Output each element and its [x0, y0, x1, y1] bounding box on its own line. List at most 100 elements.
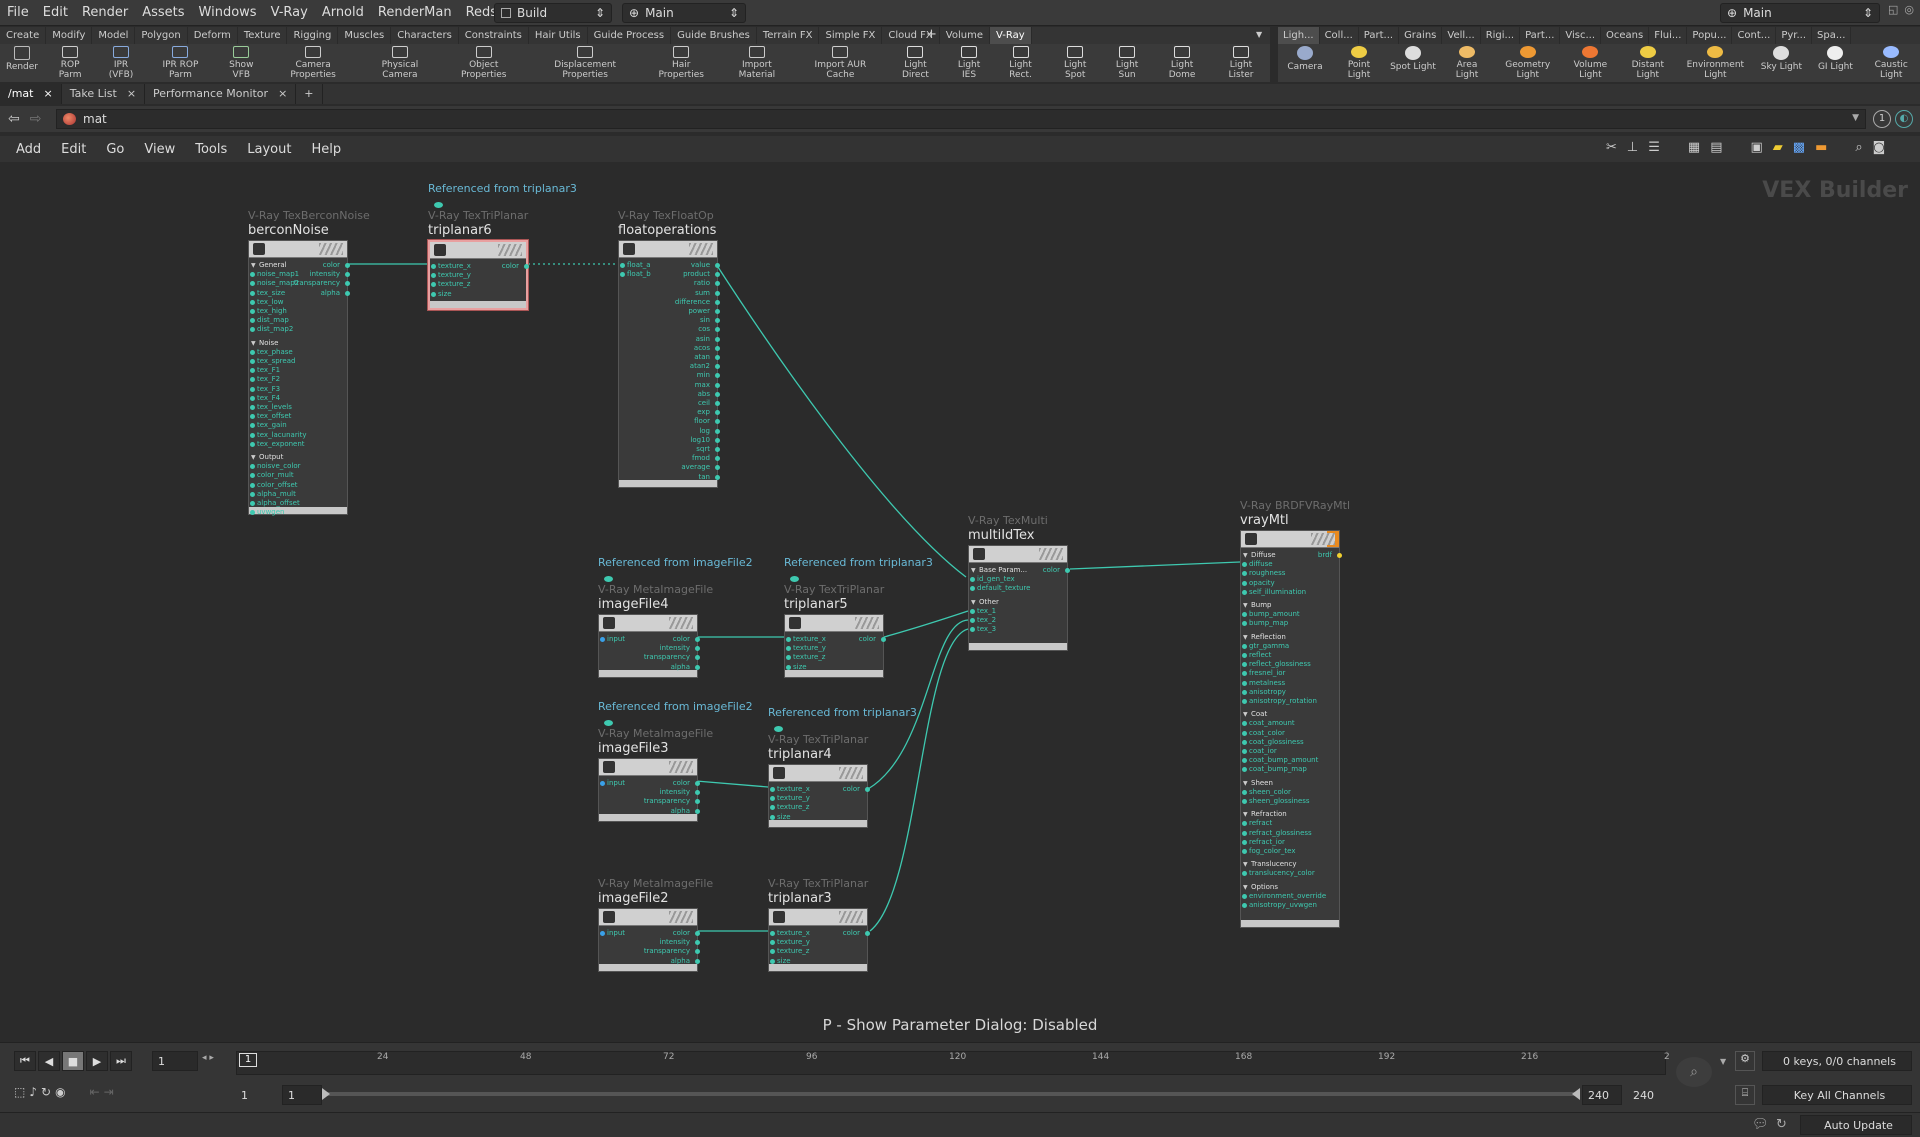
- close-icon[interactable]: ×: [127, 84, 136, 104]
- audio-scrub-icon[interactable]: ⌕: [1676, 1057, 1712, 1087]
- input-port[interactable]: sheen_color: [1242, 788, 1291, 797]
- output-port[interactable]: alpha: [671, 807, 701, 816]
- input-port[interactable]: texture_y: [770, 938, 810, 947]
- shelf-tab[interactable]: Volume: [940, 27, 990, 44]
- network-menu-layout[interactable]: Layout: [237, 142, 301, 157]
- menu-edit[interactable]: Edit: [36, 5, 75, 20]
- shelf-tool[interactable]: IPR ROP Parm: [146, 44, 215, 82]
- play-reverse-icon[interactable]: ◀: [38, 1051, 60, 1071]
- input-port[interactable]: tex_phase: [250, 348, 293, 357]
- shelf-tab[interactable]: Hair Utils: [529, 27, 588, 44]
- auto-update-dropdown[interactable]: Auto Update: [1800, 1115, 1912, 1135]
- add-pane-tab-button[interactable]: +: [296, 84, 323, 104]
- node-flags[interactable]: [669, 761, 693, 773]
- input-port[interactable]: tex_2: [970, 616, 996, 625]
- light-tool[interactable]: Environment Light: [1676, 44, 1754, 82]
- shelf-tab[interactable]: Rigging: [287, 27, 339, 44]
- selection-icon[interactable]: ⬚: [14, 1085, 25, 1099]
- input-port[interactable]: texture_y: [786, 644, 826, 653]
- input-port[interactable]: refract: [1242, 819, 1272, 828]
- node-body[interactable]: colorintensitytransparencyalphaGeneralno…: [248, 240, 351, 517]
- input-port[interactable]: tex_low: [250, 298, 284, 307]
- input-port[interactable]: texture_z: [786, 653, 825, 662]
- shelf-tab[interactable]: Ligh...: [1278, 27, 1320, 44]
- port-section-header[interactable]: Reflection: [1243, 633, 1286, 642]
- shelf-tool[interactable]: Physical Camera: [359, 44, 441, 82]
- context-dropdown[interactable]: ⊕ Main ⇕: [622, 3, 746, 23]
- network-menu-view[interactable]: View: [134, 142, 185, 157]
- shelf-tab[interactable]: Guide Brushes: [671, 27, 757, 44]
- network-menu-edit[interactable]: Edit: [51, 142, 96, 157]
- input-port[interactable]: coat_bump_amount: [1242, 756, 1318, 765]
- output-port[interactable]: alpha: [321, 289, 351, 298]
- shelf-tab[interactable]: Oceans: [1601, 27, 1650, 44]
- light-tool[interactable]: Point Light: [1332, 44, 1386, 82]
- node-body[interactable]: color texture_x texture_y texture_z size: [784, 614, 887, 678]
- shelf-tab[interactable]: Polygon: [135, 27, 188, 44]
- output-port[interactable]: intensity: [660, 788, 701, 797]
- node-flags[interactable]: [689, 243, 713, 255]
- input-port[interactable]: translucency_color: [1242, 869, 1315, 878]
- jump-start-icon[interactable]: ⏮: [14, 1051, 36, 1071]
- shelf-tab[interactable]: Rigi...: [1481, 27, 1521, 44]
- output-port[interactable]: cos: [698, 325, 720, 334]
- shelf-tab[interactable]: Terrain FX: [757, 27, 820, 44]
- port-section-header[interactable]: Other: [971, 598, 999, 607]
- shelf-tab[interactable]: Spa...: [1812, 27, 1852, 44]
- output-port[interactable]: ceil: [698, 399, 721, 408]
- jump-end-icon[interactable]: ⏭: [110, 1051, 132, 1071]
- input-port[interactable]: texture_z: [770, 803, 809, 812]
- keys-channels-field[interactable]: 0 keys, 0/0 channels: [1762, 1051, 1912, 1071]
- shelf-tool[interactable]: Light IES: [945, 44, 992, 82]
- menu-render[interactable]: Render: [75, 5, 135, 20]
- input-port[interactable]: tex_spread: [250, 357, 295, 366]
- input-port[interactable]: uvwgen: [250, 508, 285, 517]
- output-port[interactable]: power: [688, 307, 720, 316]
- output-port[interactable]: atan: [694, 353, 720, 362]
- input-port[interactable]: texture_z: [770, 947, 809, 956]
- port-section-header[interactable]: Output: [251, 453, 283, 462]
- output-port[interactable]: alpha: [671, 957, 701, 966]
- port-section-header[interactable]: Sheen: [1243, 779, 1273, 788]
- input-port[interactable]: anisotropy: [1242, 688, 1286, 697]
- input-port[interactable]: texture_x: [770, 929, 810, 938]
- node-flags[interactable]: [669, 911, 693, 923]
- light-tool[interactable]: Distant Light: [1619, 44, 1676, 82]
- shelf-tab[interactable]: Cont...: [1732, 27, 1777, 44]
- shelf-tab[interactable]: Texture: [238, 27, 288, 44]
- shelf-tab[interactable]: Part...: [1520, 27, 1561, 44]
- input-port[interactable]: refract_ior: [1242, 838, 1285, 847]
- input-port[interactable]: reflect_glossiness: [1242, 660, 1311, 669]
- input-port[interactable]: dist_map: [250, 316, 289, 325]
- node-name-label[interactable]: imageFile4: [598, 597, 669, 612]
- input-port[interactable]: tex_gain: [250, 421, 287, 430]
- output-port[interactable]: fmod: [692, 454, 721, 463]
- shelf-tab[interactable]: Grains: [1399, 27, 1443, 44]
- node-flags[interactable]: [1039, 548, 1063, 560]
- shelf-tab[interactable]: Pyr...: [1776, 27, 1813, 44]
- output-port[interactable]: color: [673, 929, 701, 938]
- input-port[interactable]: bump_map: [1242, 619, 1288, 628]
- light-tool[interactable]: Camera: [1278, 44, 1332, 82]
- shelf-tool[interactable]: Light Sun: [1102, 44, 1152, 82]
- port-section-header[interactable]: Diffuse: [1243, 551, 1276, 560]
- output-port[interactable]: sin: [700, 316, 721, 325]
- input-port[interactable]: refract_glossiness: [1242, 829, 1312, 838]
- port-section-header[interactable]: General: [251, 261, 287, 270]
- shelf-tab[interactable]: Simple FX: [819, 27, 883, 44]
- shelf-tab[interactable]: Deform: [188, 27, 238, 44]
- input-port[interactable]: self_illumination: [1242, 588, 1306, 597]
- box-icon[interactable]: ▬: [1815, 140, 1827, 155]
- forward-arrow-icon[interactable]: ⇨: [30, 111, 42, 127]
- input-port[interactable]: size: [786, 663, 807, 672]
- node-name-label[interactable]: berconNoise: [248, 223, 329, 238]
- network-menu-go[interactable]: Go: [96, 142, 134, 157]
- input-port[interactable]: tex_exponent: [250, 440, 305, 449]
- output-port[interactable]: tan: [699, 473, 721, 482]
- input-port[interactable]: size: [770, 813, 791, 822]
- input-port[interactable]: sheen_glossiness: [1242, 797, 1310, 806]
- playback-end-field[interactable]: 240: [1582, 1085, 1622, 1105]
- node-flags[interactable]: [319, 243, 343, 255]
- output-port[interactable]: log10: [690, 436, 720, 445]
- light-tool[interactable]: Spot Light: [1386, 44, 1440, 82]
